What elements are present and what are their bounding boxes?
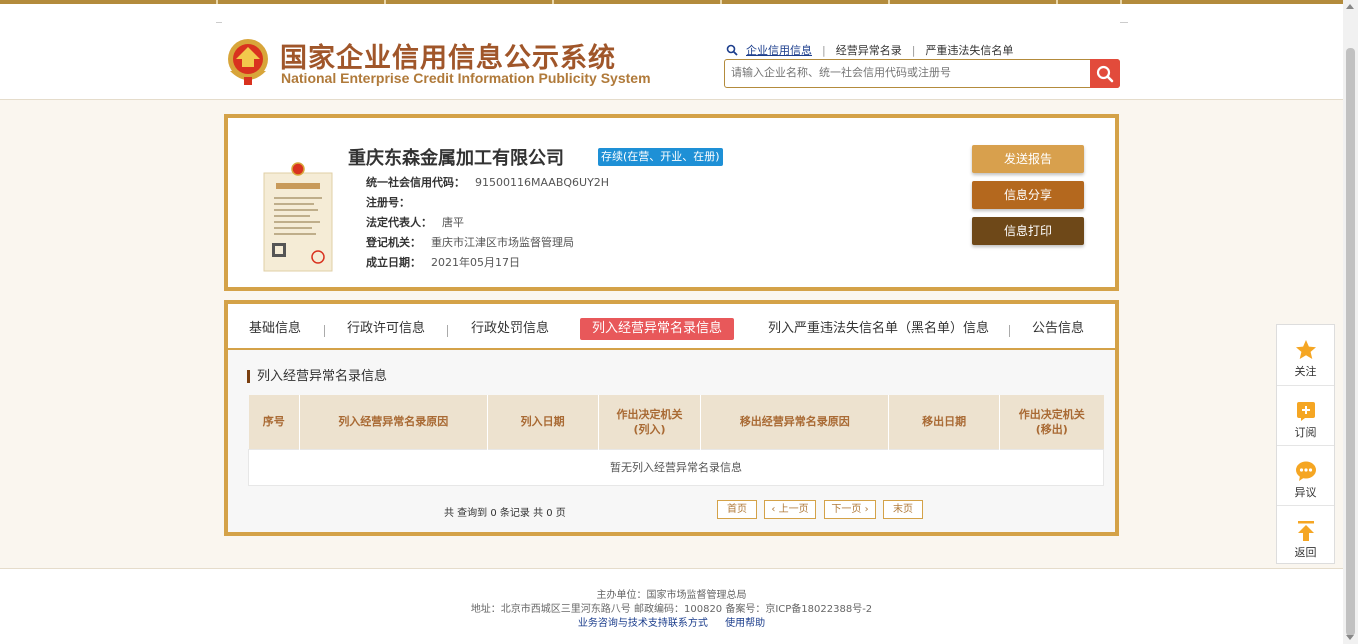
business-license-icon bbox=[263, 162, 333, 272]
info-label: 成立日期： bbox=[366, 256, 421, 269]
print-info-button[interactable]: 信息打印 bbox=[972, 217, 1084, 245]
tool-label: 返回 bbox=[1294, 546, 1317, 559]
tab-basic-info[interactable]: 基础信息 bbox=[249, 318, 301, 340]
info-label: 注册号： bbox=[366, 196, 410, 209]
footer-link-support[interactable]: 业务咨询与技术支持联系方式 bbox=[578, 618, 708, 629]
back-top-icon bbox=[1297, 521, 1314, 541]
col-header: 移出日期 bbox=[888, 395, 1001, 449]
footer-link-help[interactable]: 使用帮助 bbox=[725, 618, 765, 629]
site-footer: 主办单位：国家市场监督管理总局 地址：北京市西城区三里河东路八号 邮政编码：10… bbox=[0, 568, 1343, 644]
empty-message: 暂无列入经营异常名录信息 bbox=[248, 448, 1104, 486]
share-info-button[interactable]: 信息分享 bbox=[972, 181, 1084, 209]
abnormal-list-section: 列入经营异常名录信息 序号 列入经营异常名录原因 列入日期 作出决定机关 (列入… bbox=[224, 350, 1119, 536]
objection-button[interactable]: 异议 bbox=[1277, 445, 1334, 505]
info-value: 2021年05月17日 bbox=[431, 256, 520, 269]
vertical-scrollbar[interactable] bbox=[1343, 0, 1358, 644]
scroll-down-icon[interactable] bbox=[1346, 635, 1354, 640]
first-page-button[interactable]: 首页 bbox=[717, 500, 757, 519]
search-icon bbox=[1096, 65, 1114, 82]
info-est-date: 成立日期： 2021年05月17日 bbox=[366, 254, 520, 270]
site-subtitle: National Enterprise Credit Information P… bbox=[281, 70, 651, 86]
tab-bar: 基础信息 行政许可信息 行政处罚信息 列入经营异常名录信息 列入严重违法失信名单… bbox=[224, 300, 1119, 352]
tool-label: 关注 bbox=[1294, 365, 1317, 378]
info-legal-rep: 法定代表人： 唐平 bbox=[366, 214, 464, 230]
prev-page-button[interactable]: ‹ 上一页 bbox=[764, 500, 816, 519]
table-row: 暂无列入经营异常名录信息 bbox=[248, 448, 1104, 486]
scroll-thumb[interactable] bbox=[1346, 48, 1355, 636]
subscribe-button[interactable]: 订阅 bbox=[1277, 385, 1334, 445]
floating-toolbar: 关注 订阅 异议 返回 bbox=[1276, 324, 1335, 564]
last-page-button[interactable]: 末页 bbox=[883, 500, 923, 519]
info-reg-authority: 登记机关： 重庆市江津区市场监督管理局 bbox=[366, 234, 574, 250]
tab-announcements[interactable]: 公告信息 bbox=[1032, 318, 1084, 340]
section-title: 列入经营异常名录信息 bbox=[247, 370, 387, 383]
search-input[interactable] bbox=[731, 66, 1081, 79]
search-box bbox=[724, 59, 1120, 88]
company-name: 重庆东森金属加工有限公司 bbox=[348, 148, 564, 169]
col-header: 列入日期 bbox=[487, 395, 599, 449]
quick-links: 企业信用信息 | 经营异常名录 | 严重违法失信名单 bbox=[726, 42, 1013, 58]
link-credit-info[interactable]: 企业信用信息 bbox=[746, 42, 812, 58]
info-label: 法定代表人： bbox=[366, 216, 432, 229]
pager-total: 共 查询到 0 条记录 共 0 页 bbox=[444, 508, 566, 519]
tab-admin-license[interactable]: 行政许可信息 bbox=[347, 318, 425, 340]
company-card: 重庆东森金属加工有限公司 存续(在营、开业、在册) 统一社会信用代码： 91500… bbox=[224, 114, 1119, 291]
status-badge: 存续(在营、开业、在册) bbox=[598, 148, 723, 166]
back-top-button[interactable]: 返回 bbox=[1277, 505, 1334, 565]
link-blacklist[interactable]: 严重违法失信名单 bbox=[925, 42, 1013, 58]
national-emblem-icon bbox=[228, 39, 268, 85]
search-button[interactable] bbox=[1090, 59, 1120, 88]
search-small-icon bbox=[726, 44, 738, 56]
info-credit-code: 统一社会信用代码： 91500116MAABQ6UY2H bbox=[366, 174, 609, 190]
info-label: 登记机关： bbox=[366, 236, 421, 249]
tab-abnormal-list[interactable]: 列入经营异常名录信息 bbox=[580, 318, 735, 340]
next-page-button[interactable]: 下一页 › bbox=[824, 500, 876, 519]
info-reg-number: 注册号： bbox=[366, 194, 420, 210]
send-report-button[interactable]: 发送报告 bbox=[972, 145, 1084, 173]
info-value: 重庆市江津区市场监督管理局 bbox=[431, 236, 574, 249]
footer-address: 地址：北京市西城区三里河东路八号 邮政编码：100820 备案号：京ICP备18… bbox=[470, 604, 873, 615]
chat-icon bbox=[1295, 461, 1316, 481]
col-header: 列入经营异常名录原因 bbox=[299, 395, 488, 449]
info-value: 唐平 bbox=[442, 216, 464, 229]
abnormal-list-table: 序号 列入经营异常名录原因 列入日期 作出决定机关 (列入) 移出经营异常名录原… bbox=[248, 395, 1104, 486]
footer-links: 业务咨询与技术支持联系方式 使用帮助 bbox=[0, 614, 1343, 629]
tab-blacklist[interactable]: 列入严重违法失信名单（黑名单）信息 bbox=[768, 318, 989, 340]
site-header: 国家企业信用信息公示系统 National Enterprise Credit … bbox=[0, 4, 1343, 100]
scroll-up-icon[interactable] bbox=[1346, 4, 1354, 9]
footer-sponsor: 主办单位：国家市场监督管理总局 bbox=[596, 590, 747, 601]
table-header-row: 序号 列入经营异常名录原因 列入日期 作出决定机关 (列入) 移出经营异常名录原… bbox=[248, 395, 1104, 449]
follow-button[interactable]: 关注 bbox=[1277, 325, 1334, 385]
col-header: 作出决定机关 (列入) bbox=[598, 395, 702, 449]
col-header: 序号 bbox=[248, 395, 300, 449]
tab-admin-penalty[interactable]: 行政处罚信息 bbox=[471, 318, 549, 340]
info-label: 统一社会信用代码： bbox=[366, 176, 465, 189]
subscribe-icon bbox=[1296, 402, 1315, 421]
link-abnormal-list[interactable]: 经营异常名录 bbox=[836, 42, 902, 58]
star-icon bbox=[1295, 340, 1316, 359]
info-value: 91500116MAABQ6UY2H bbox=[475, 176, 610, 189]
col-header: 移出经营异常名录原因 bbox=[700, 395, 890, 449]
tool-label: 异议 bbox=[1294, 486, 1317, 499]
tool-label: 订阅 bbox=[1294, 426, 1317, 439]
col-header: 作出决定机关 (移出) bbox=[999, 395, 1104, 449]
